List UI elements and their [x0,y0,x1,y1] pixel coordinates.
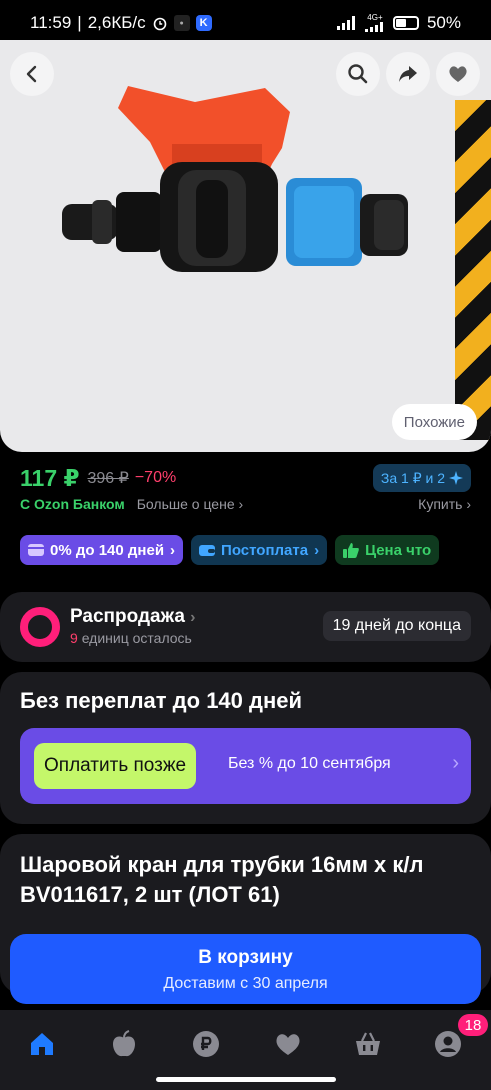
add-to-cart-label: В корзину [198,947,293,968]
installment-banner[interactable]: Оплатить позже Без % до 10 сентября › [20,728,471,804]
apple-icon [113,1030,135,1057]
network-signal-icon: 4G+ [364,13,385,32]
similar-button[interactable]: Похожие [391,404,477,440]
points-promo-badge[interactable]: За 1 ₽ и 2 [372,464,471,492]
basket-icon [356,1032,380,1055]
app-notification-icon: ● [173,15,190,31]
favorite-button[interactable] [436,52,480,96]
nav-cart[interactable] [348,1024,388,1064]
postpay-chip[interactable]: Постоплата › [191,535,328,565]
nav-finance[interactable] [186,1024,226,1064]
product-title: Шаровой кран для трубки 16мм х к/л BV011… [20,852,424,907]
cart-count-badge: 18 [458,1014,488,1036]
sparkle-icon [449,471,463,485]
price-sub-row: С Ozon Банком Больше о цене › Купить › [20,496,471,512]
chevron-right-icon: › [190,609,196,626]
heart-icon [449,66,467,82]
chevron-right-icon: › [238,496,244,512]
share-icon [399,66,417,82]
installment-card: Без переплат до 140 дней Оплатить позже … [0,672,491,824]
buy-label: Купить [418,496,463,512]
chevron-right-icon: › [466,496,471,512]
sale-days-badge: 19 дней до конца [322,611,471,641]
chevron-right-icon: › [170,541,176,559]
wallet-icon [199,545,216,556]
alarm-icon [152,15,168,31]
card-icon [28,544,44,556]
price-chip[interactable]: Цена что [335,535,440,565]
discount-percent: −70% [134,469,177,486]
share-button[interactable] [386,52,430,96]
nav-fresh[interactable] [104,1024,144,1064]
add-to-cart-button[interactable]: В корзину Доставим с 30 апреля [10,934,481,1004]
chevron-right-icon: › [452,752,459,774]
current-price: 117 ₽ [20,464,80,491]
sale-remaining-count: 9 [70,630,78,646]
home-icon [31,1033,53,1055]
home-indicator[interactable] [156,1077,336,1082]
installment-chip[interactable]: 0% до 140 дней › [20,535,184,565]
search-button[interactable] [336,52,380,96]
battery-percent: 50% [426,13,461,32]
payment-chips: 0% до 140 дней › Постоплата › Цена что [20,535,440,565]
installment-chip-label: 0% до 140 дней [50,541,165,559]
vk-notification-icon: K [195,15,212,31]
pay-later-button[interactable]: Оплатить позже [34,743,197,789]
chevron-left-icon [26,65,37,83]
status-speed: 2,6КБ/с [87,13,146,32]
ozon-bank-label: С Ozon Банком [20,496,125,512]
back-button[interactable] [10,52,54,96]
points-promo-label: За 1 ₽ и 2 [380,469,445,486]
heart-icon [276,1034,300,1055]
buy-link[interactable]: Купить › [418,496,471,512]
chevron-right-icon: › [314,541,320,559]
product-image [62,86,408,272]
product-gallery[interactable]: Похожие [0,40,491,452]
postpay-chip-label: Постоплата [221,541,309,559]
more-about-price-label: Больше о цене [136,496,235,512]
more-about-price-link[interactable]: Больше о цене › [137,496,243,512]
installment-terms: Без % до 10 сентября [228,755,391,772]
old-price: 396 ₽ [87,470,129,487]
nav-home[interactable] [22,1024,62,1064]
signal-icon [336,16,357,30]
status-time: 11:59 [30,13,72,32]
sale-title-label: Распродажа [70,606,185,627]
delivery-date: Доставим с 30 апреля [163,975,328,992]
profile-icon [435,1031,461,1057]
sale-remaining: 9 единиц осталось [70,630,192,646]
price-row: 117 ₽ 396 ₽ −70% За 1 ₽ и 2 [20,464,471,492]
sale-remaining-label: единиц осталось [81,630,192,646]
thumbs-up-icon [343,543,359,558]
sale-card[interactable]: Распродажа › 9 единиц осталось 19 дней д… [0,592,491,662]
ruble-icon [193,1031,219,1057]
nav-favorites[interactable] [268,1024,308,1064]
search-icon [348,64,368,84]
price-chip-label: Цена что [365,541,432,559]
battery-icon [392,16,419,30]
sale-ring-icon [20,607,60,647]
network-type: 4G+ [367,13,383,22]
installment-title: Без переплат до 140 дней [20,688,303,713]
sale-title: Распродажа › [70,606,196,628]
